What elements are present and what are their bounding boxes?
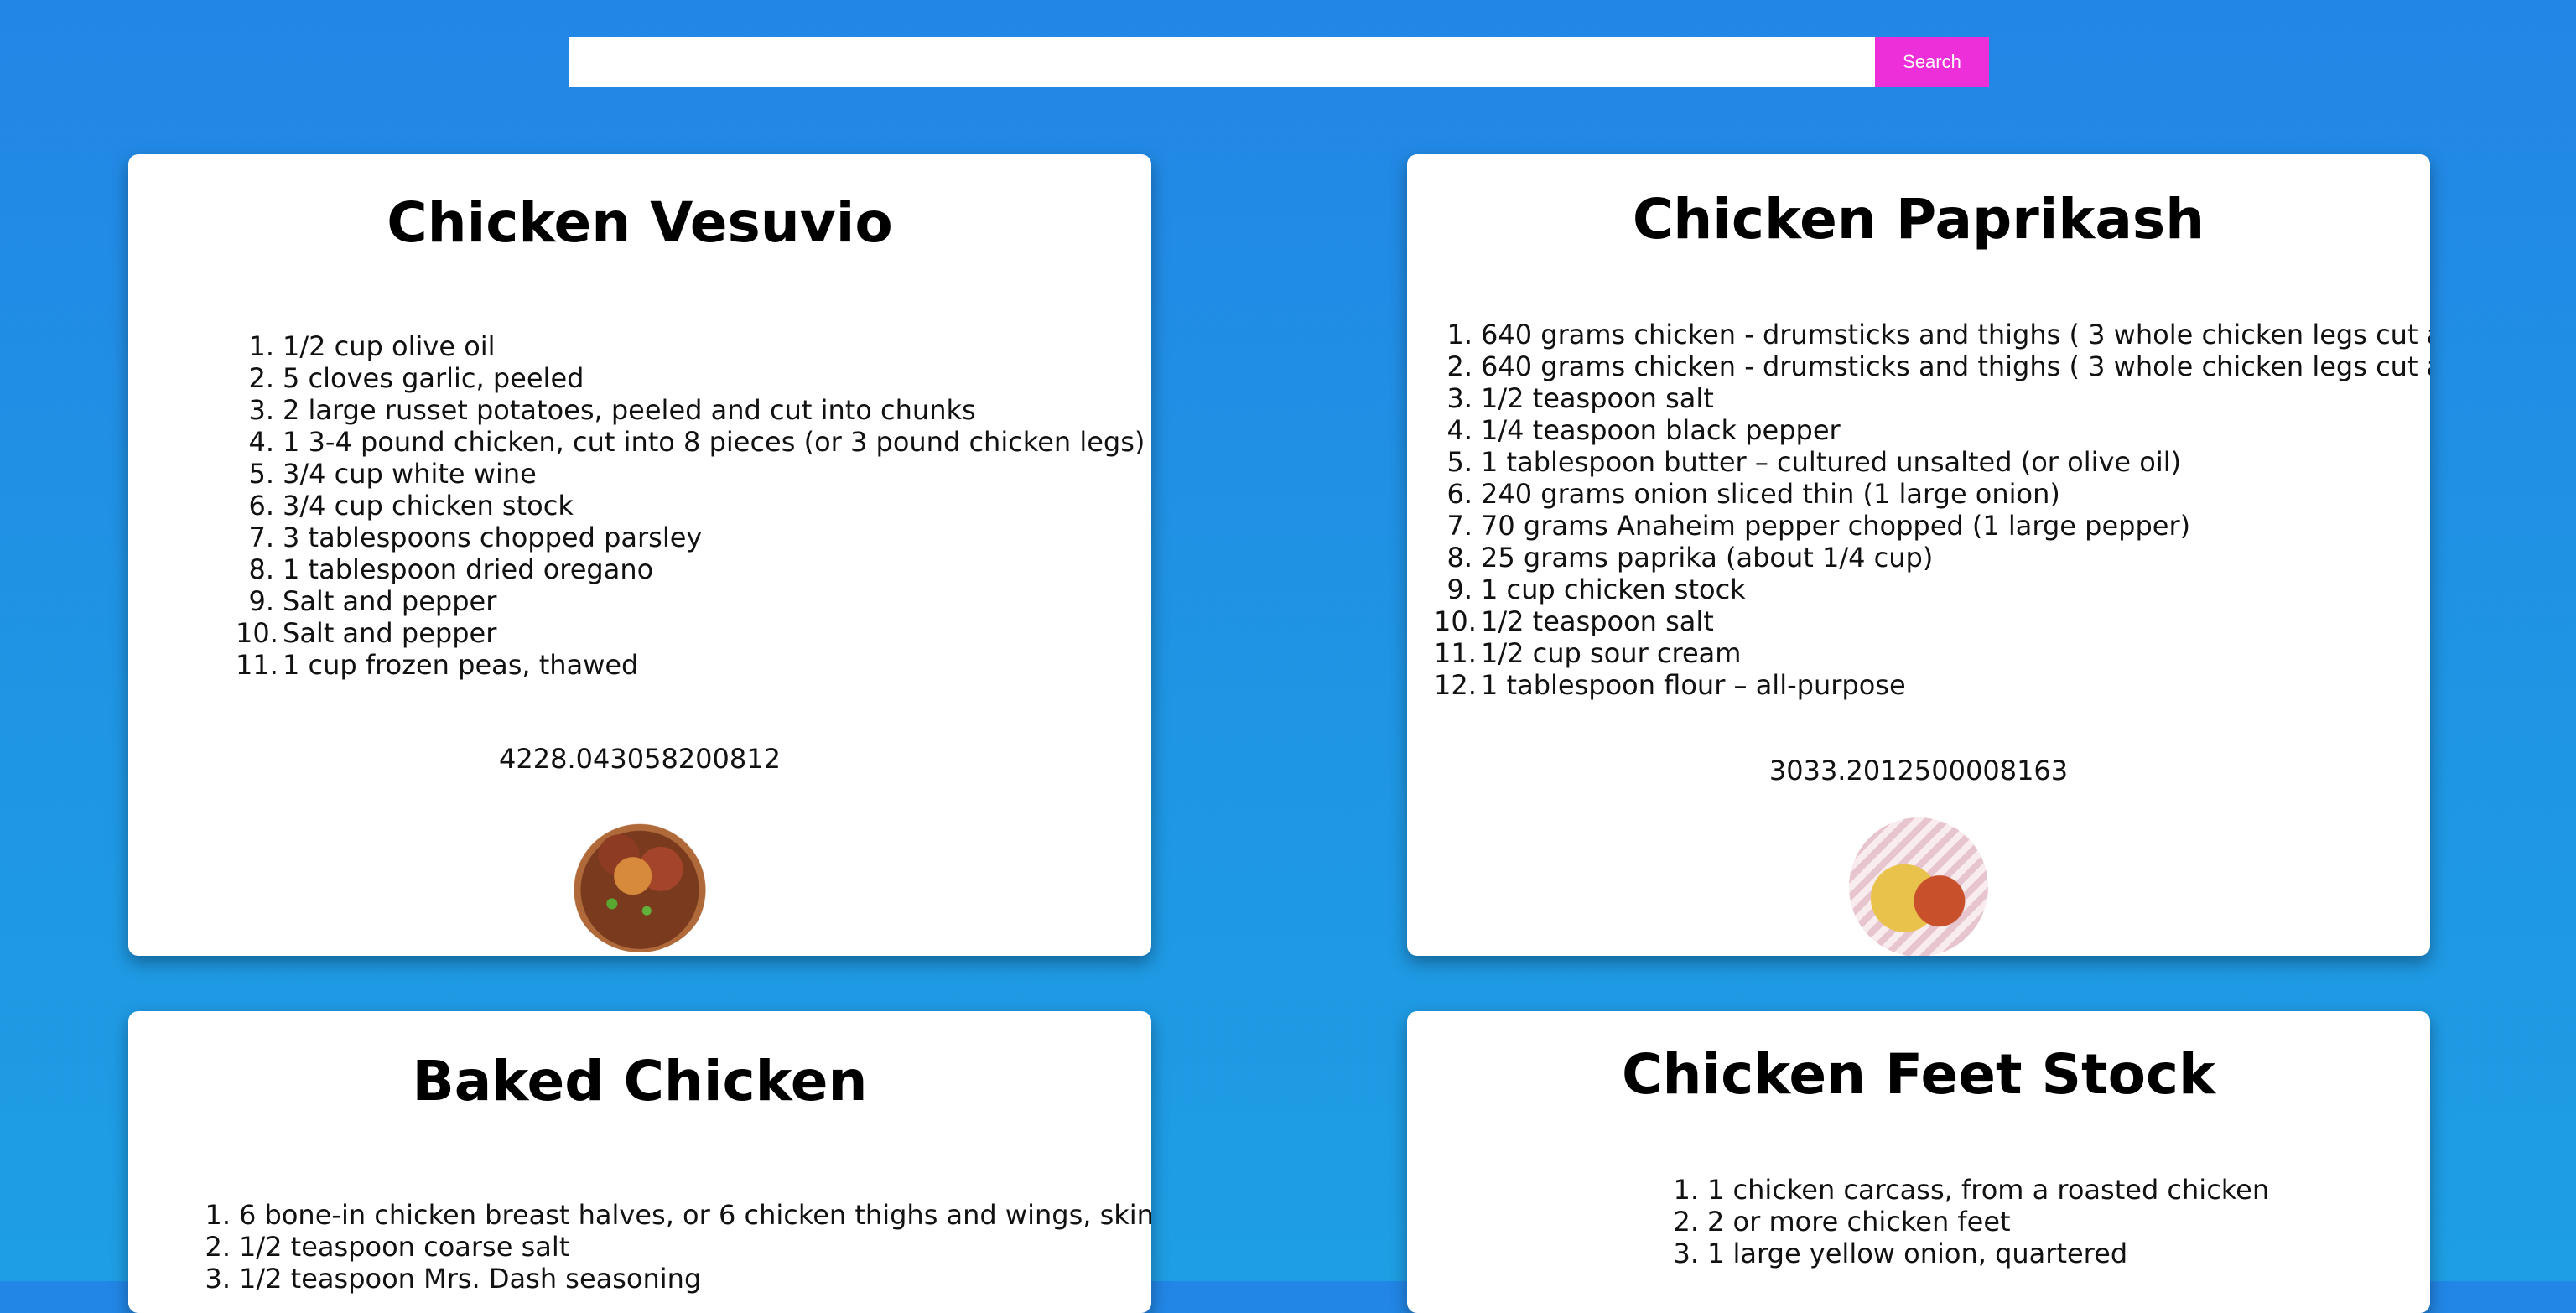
- ingredient-item: 1 tablespoon flour – all-purpose: [1434, 669, 1906, 701]
- ingredient-item: 1 cup frozen peas, thawed: [236, 649, 639, 681]
- recipe-title: Chicken Vesuvio: [387, 190, 893, 255]
- ingredient-item: 2 or more chicken feet: [1660, 1206, 2011, 1238]
- ingredient-list: 6 bone-in chicken breast halves, or 6 ch…: [192, 1199, 1151, 1295]
- ingredient-item: 1/4 teaspoon black pepper: [1434, 414, 1841, 446]
- ingredient-item: Salt and pepper: [236, 617, 497, 649]
- recipe-card: Chicken Vesuvio 1/2 cup olive oil 5 clov…: [128, 154, 1151, 956]
- ingredient-item: 640 grams chicken - drumsticks and thigh…: [1434, 319, 2430, 350]
- ingredient-item: 6 bone-in chicken breast halves, or 6 ch…: [192, 1199, 1151, 1231]
- ingredient-item: 640 grams chicken - drumsticks and thigh…: [1434, 350, 2430, 382]
- ingredient-list: 1/2 cup olive oil 5 cloves garlic, peele…: [236, 330, 1145, 681]
- recipe-photo: [570, 813, 709, 952]
- ingredient-item: 1 chicken carcass, from a roasted chicke…: [1660, 1174, 2270, 1206]
- ingredient-item: 70 grams Anaheim pepper chopped (1 large…: [1434, 510, 2191, 542]
- ingredient-item: 1/2 teaspoon coarse salt: [192, 1231, 570, 1263]
- recipe-card: Baked Chicken 6 bone-in chicken breast h…: [128, 1011, 1151, 1313]
- calories-value: 3033.2012500008163: [1768, 755, 2069, 786]
- ingredient-item: 240 grams onion sliced thin (1 large oni…: [1434, 478, 2060, 510]
- ingredient-item: 1/2 teaspoon salt: [1434, 605, 1714, 637]
- recipe-title: Chicken Paprikash: [1632, 187, 2205, 252]
- ingredient-list: 1 chicken carcass, from a roasted chicke…: [1660, 1174, 2269, 1269]
- search-bar: Search: [569, 37, 1989, 87]
- ingredient-item: 1/2 teaspoon Mrs. Dash seasoning: [192, 1263, 702, 1295]
- ingredient-item: Salt and pepper: [236, 585, 497, 617]
- recipe-card: Chicken Paprikash 640 grams chicken - dr…: [1407, 154, 2430, 956]
- recipe-title: Baked Chicken: [412, 1049, 868, 1113]
- recipe-photo: [1849, 817, 1988, 956]
- search-input[interactable]: [569, 37, 1875, 87]
- ingredient-item: 1/2 cup olive oil: [236, 330, 496, 362]
- ingredient-item: 1/2 teaspoon salt: [1434, 382, 1714, 414]
- ingredient-item: 1 cup chicken stock: [1434, 573, 1746, 605]
- ingredient-item: 1 3-4 pound chicken, cut into 8 pieces (…: [236, 426, 1145, 458]
- recipe-card: Chicken Feet Stock 1 chicken carcass, fr…: [1407, 1011, 2430, 1313]
- ingredient-item: 3 tablespoons chopped parsley: [236, 522, 703, 553]
- ingredient-item: 25 grams paprika (about 1/4 cup): [1434, 542, 1934, 573]
- ingredient-item: 1 large yellow onion, quartered: [1660, 1238, 2128, 1269]
- ingredient-item: 5 cloves garlic, peeled: [236, 362, 584, 394]
- ingredient-item: 2 large russet potatoes, peeled and cut …: [236, 394, 976, 426]
- ingredient-item: 3/4 cup chicken stock: [236, 490, 574, 522]
- ingredient-item: 1 tablespoon dried oregano: [236, 553, 654, 585]
- ingredient-item: 1 tablespoon butter – cultured unsalted …: [1434, 446, 2182, 478]
- recipe-title: Chicken Feet Stock: [1622, 1042, 2215, 1107]
- ingredient-item: 3/4 cup white wine: [236, 458, 537, 490]
- search-button[interactable]: Search: [1875, 37, 1989, 87]
- ingredient-list: 640 grams chicken - drumsticks and thigh…: [1434, 319, 2430, 701]
- ingredient-item: 1/2 cup sour cream: [1434, 637, 1742, 669]
- calories-value: 4228.043058200812: [499, 743, 781, 775]
